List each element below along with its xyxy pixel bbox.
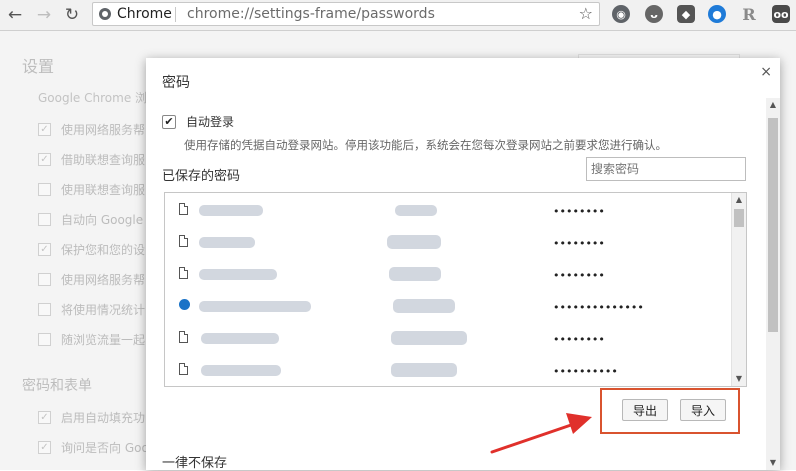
annotation-arrow-icon bbox=[490, 413, 592, 454]
